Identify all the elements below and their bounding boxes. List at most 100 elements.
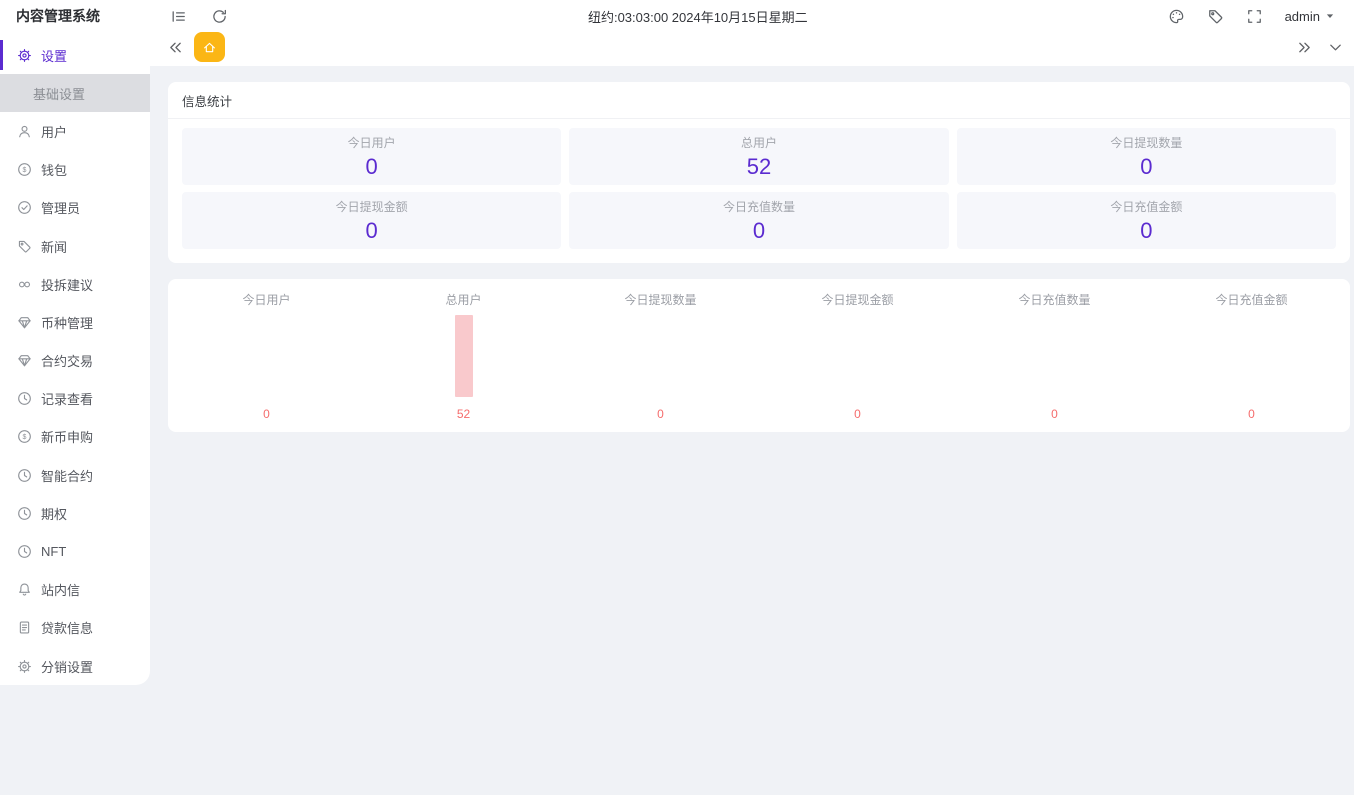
sidebar-item-label: 设置 (41, 48, 68, 64)
gear-icon (17, 659, 32, 674)
chart-bar (454, 315, 473, 397)
sidebar-item[interactable]: 期权 (0, 494, 150, 532)
chart-value-label: 0 (1248, 407, 1255, 421)
stat-tile: 总用户 52 (569, 128, 949, 185)
user-icon (17, 124, 32, 139)
sidebar-menu: 设置基础设置用户 $ 钱包 管理员新闻投拆建议币种管理合约交易记录查看 $ 新币申购智能合… (0, 35, 150, 685)
chart-category-label: 今日充值金额 (1215, 293, 1288, 307)
sidebar-item[interactable]: NFT (0, 532, 150, 570)
chart-value-label: 0 (1051, 407, 1058, 421)
sidebar-item[interactable]: 智能合约 (0, 456, 150, 494)
chart-category-label: 今日提现金额 (821, 293, 894, 307)
tab-home-button[interactable] (194, 32, 225, 62)
chart-value-label: 0 (854, 407, 861, 421)
document-icon (17, 620, 32, 635)
chart-bar-zone (454, 310, 473, 397)
gear-icon (17, 48, 32, 63)
sidebar-item[interactable]: $ 钱包 (0, 151, 150, 189)
sidebar-item-label: 新闻 (41, 239, 68, 255)
link-icon (17, 277, 32, 292)
sidebar-item-label: 智能合约 (41, 468, 94, 484)
sidebar-item[interactable]: 合约交易 (0, 342, 150, 380)
world-clock: 纽约:03:03:00 2024年10月15日星期二 (587, 9, 808, 25)
sidebar-item[interactable]: 贷款信息 (0, 609, 150, 647)
refresh-icon[interactable] (211, 8, 228, 25)
stat-tile-label: 今日充值金额 (1110, 199, 1183, 214)
chart-value-label: 0 (657, 407, 664, 421)
chart-value-label: 0 (263, 407, 270, 421)
sidebar-subitem-label: 基础设置 (33, 86, 86, 102)
stat-tile: 今日充值金额 0 (956, 192, 1336, 249)
sidebar-item[interactable]: 站内信 (0, 571, 150, 609)
stats-bar-chart: 今日用户 0 总用户 52 今日提现数量 0 今日提现金额 0 今日充值数量 0 今日充值金额 0 (168, 279, 1350, 432)
chart-column: 今日充值数量 0 (956, 279, 1153, 432)
sidebar-item[interactable]: 币种管理 (0, 303, 150, 341)
chart-column: 今日充值金额 0 (1153, 279, 1350, 432)
chart-column: 总用户 52 (365, 279, 562, 432)
chart-column: 今日用户 0 (168, 279, 365, 432)
tabs-scroll-left-icon[interactable] (167, 39, 184, 56)
gem-icon (17, 353, 32, 368)
chart-bar-zone (258, 310, 276, 397)
chart-bar-zone (849, 310, 867, 397)
stat-tile: 今日用户 0 (182, 128, 562, 185)
clock-icon (17, 468, 32, 483)
stat-tile-value: 0 (1140, 153, 1153, 179)
chart-bar-zone (1046, 310, 1064, 397)
sidebar-subitem[interactable]: 基础设置 (0, 74, 150, 113)
stat-tile: 今日提现数量 0 (956, 128, 1336, 185)
chart-column: 今日提现金额 0 (759, 279, 956, 432)
top-right-actions: admin (1168, 8, 1354, 25)
sidebar-item-label: NFT (41, 544, 67, 560)
tabs-menu-icon[interactable] (1327, 39, 1344, 56)
sidebar-item-label: 站内信 (41, 583, 81, 599)
sidebar-item[interactable]: 新闻 (0, 227, 150, 265)
menu-fold-icon[interactable] (170, 8, 187, 25)
stat-tile-value: 0 (365, 153, 378, 179)
stat-tile: 今日充值数量 0 (569, 192, 949, 249)
fullscreen-icon[interactable] (1246, 8, 1263, 25)
main-content: 信息统计 今日用户 0 总用户 52 今日提现数量 0 今日提现金额 0 今日充值数量 0 今日充值… (150, 66, 1354, 795)
sidebar-item-label: 用户 (41, 124, 68, 140)
sidebar-item-label: 期权 (41, 506, 68, 522)
tag-icon[interactable] (1207, 8, 1224, 25)
sidebar-item[interactable]: 管理员 (0, 189, 150, 227)
username: admin (1284, 8, 1320, 24)
chart-bar-zone (652, 310, 670, 397)
sidebar-item-label: 记录查看 (41, 392, 94, 408)
sidebar-item-label: 分销设置 (41, 659, 94, 675)
stat-tile-label: 今日用户 (347, 135, 396, 150)
stat-tile: 今日提现金额 0 (182, 192, 562, 249)
sidebar-item[interactable]: 用户 (0, 112, 150, 150)
stat-tile-value: 0 (752, 217, 766, 243)
svg-text:$: $ (23, 435, 27, 442)
bell-icon (17, 582, 32, 597)
stats-card-title: 信息统计 (168, 82, 1350, 119)
dollar-circle-icon: $ (17, 162, 32, 177)
sidebar-item[interactable]: 记录查看 (0, 380, 150, 418)
sidebar: 设置基础设置用户 $ 钱包 管理员新闻投拆建议币种管理合约交易记录查看 $ 新币申购智能合… (0, 35, 150, 685)
sidebar-item[interactable]: 投拆建议 (0, 265, 150, 303)
top-bar: 内容管理系统 纽约:03:03:00 2024年10月15日星期二 admin (0, 0, 1354, 66)
tabs-scroll-right-icon[interactable] (1296, 39, 1313, 56)
stat-tile-label: 今日提现数量 (1110, 135, 1183, 150)
clock-icon (17, 506, 32, 521)
sidebar-item-label: 贷款信息 (41, 621, 94, 637)
app-title: 内容管理系统 (16, 8, 100, 24)
dollar-circle-icon: $ (17, 429, 32, 444)
clock-icon (17, 544, 32, 559)
sidebar-item[interactable]: $ 新币申购 (0, 418, 150, 456)
stats-card: 信息统计 今日用户 0 总用户 52 今日提现数量 0 今日提现金额 0 今日充值数量 0 今日充值… (168, 82, 1350, 263)
sidebar-item[interactable]: 分销设置 (0, 647, 150, 685)
user-dropdown[interactable]: admin (1285, 9, 1336, 24)
sidebar-item-label: 币种管理 (41, 315, 94, 331)
stat-tile-label: 今日充值数量 (722, 199, 795, 214)
chart-category-label: 今日用户 (242, 293, 291, 307)
stat-tile-value: 52 (746, 153, 772, 179)
sidebar-item[interactable]: 设置 (0, 36, 150, 74)
theme-palette-icon[interactable] (1168, 8, 1185, 25)
clock-icon (17, 391, 32, 406)
chart-category-label: 今日充值数量 (1018, 293, 1091, 307)
stat-tile-value: 0 (365, 217, 378, 243)
svg-text:$: $ (23, 167, 27, 174)
